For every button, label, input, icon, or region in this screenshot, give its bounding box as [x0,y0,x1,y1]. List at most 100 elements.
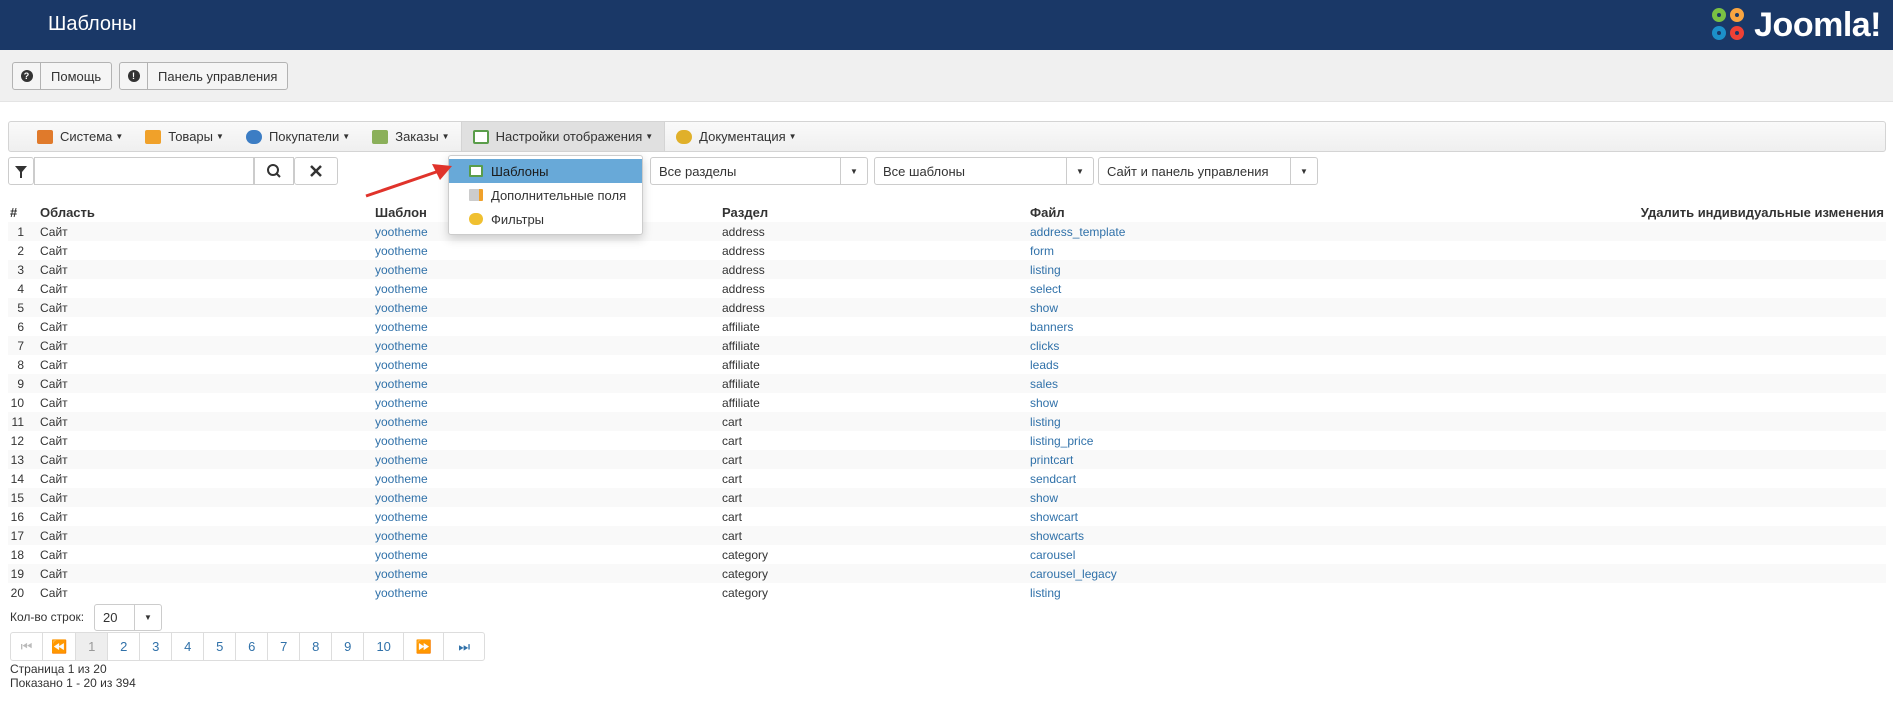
row-template[interactable]: yootheme [373,583,720,602]
row-file[interactable]: showcart [1028,507,1628,526]
row-delete-overrides [1628,298,1886,317]
page-link-8[interactable]: 8 [300,633,333,660]
sections-select-value: Все разделы [659,163,737,179]
row-template[interactable]: yootheme [373,241,720,260]
control-panel-button[interactable]: ! Панель управления [119,62,289,90]
row-area: Сайт [38,336,373,355]
row-file[interactable]: banners [1028,317,1628,336]
row-template[interactable]: yootheme [373,298,720,317]
page-link-10[interactable]: 10 [364,633,405,660]
row-file[interactable]: carousel [1028,545,1628,564]
menu-orders[interactable]: Заказы ▼ [361,122,460,151]
menu-documentation[interactable]: Документация ▼ [665,122,807,151]
col-number: # [10,204,18,220]
row-file[interactable]: listing [1028,260,1628,279]
page-link-7[interactable]: 7 [268,633,301,660]
row-template[interactable]: yootheme [373,279,720,298]
col-section[interactable]: Раздел [720,202,1028,222]
chevron-down-icon: ▼ [134,605,161,630]
row-file[interactable]: carousel_legacy [1028,564,1628,583]
search-input[interactable] [34,157,254,185]
search-button[interactable] [254,157,294,185]
help-button[interactable]: ? Помощь [12,62,113,90]
table-header-row: # Область Шаблон Раздел Файл Удалить инд… [8,202,1886,222]
row-template[interactable]: yootheme [373,507,720,526]
row-template[interactable]: yootheme [373,488,720,507]
filter-toggle-button[interactable] [8,157,34,185]
row-file[interactable]: select [1028,279,1628,298]
row-area: Сайт [38,526,373,545]
page-title: Шаблоны [48,13,137,35]
sections-select[interactable]: Все разделы ▼ [650,157,868,185]
row-template[interactable]: yootheme [373,317,720,336]
row-template[interactable]: yootheme [373,469,720,488]
shown-info: Показано 1 - 20 из 394 [10,676,136,690]
row-template[interactable]: yootheme [373,336,720,355]
page-link-3[interactable]: 3 [140,633,173,660]
clear-button[interactable] [294,157,338,185]
row-template[interactable]: yootheme [373,412,720,431]
row-file[interactable]: printcart [1028,450,1628,469]
row-delete-overrides [1628,412,1886,431]
joomla-logo[interactable]: Joomla! [1710,4,1881,46]
row-template[interactable]: yootheme [373,374,720,393]
row-area: Сайт [40,433,68,448]
table-row: 3 Сайт yootheme address listing [8,260,1886,279]
row-section: category [722,585,769,600]
table-row: 6 Сайт yootheme affiliate banners [8,317,1886,336]
row-delete-overrides [1628,374,1886,393]
prev-page-button[interactable]: ⏪ [43,633,77,660]
menu-display-settings[interactable]: Настройки отображения ▼ [460,122,666,151]
row-file[interactable]: sendcart [1028,469,1628,488]
page-link-2[interactable]: 2 [108,633,141,660]
row-area: Сайт [40,319,68,334]
row-file[interactable]: show [1028,298,1628,317]
row-area: Сайт [40,281,68,296]
rows-per-page-select[interactable]: 20 ▼ [94,604,162,631]
row-file[interactable]: show [1028,488,1628,507]
row-template[interactable]: yootheme [373,526,720,545]
col-file[interactable]: Файл [1028,202,1628,222]
row-file[interactable]: listing [1028,412,1628,431]
dropdown-item-extra-fields[interactable]: Дополнительные поля [449,183,642,207]
page-link-6[interactable]: 6 [236,633,269,660]
row-file[interactable]: listing_price [1028,431,1628,450]
row-file[interactable]: clicks [1028,336,1628,355]
row-file[interactable]: address_template [1028,222,1628,241]
row-file[interactable]: form [1028,241,1628,260]
row-template[interactable]: yootheme [373,564,720,583]
page-link-9[interactable]: 9 [332,633,365,660]
row-template[interactable]: yootheme [373,431,720,450]
row-template[interactable]: yootheme [373,393,720,412]
dropdown-item-templates[interactable]: Шаблоны [449,159,642,183]
row-file[interactable]: showcarts [1028,526,1628,545]
row-number: 9 [8,374,38,393]
row-template[interactable]: yootheme [373,260,720,279]
templates-select[interactable]: Все шаблоны ▼ [874,157,1094,185]
menu-products[interactable]: Товары ▼ [134,122,235,151]
first-page-icon: ⏮ [20,638,33,654]
next-page-button[interactable]: ⏩ [404,633,445,660]
row-area: Сайт [40,471,68,486]
page-link-4[interactable]: 4 [172,633,205,660]
page-link-1[interactable]: 1 [76,633,109,660]
row-template[interactable]: yootheme [373,450,720,469]
scope-select[interactable]: Сайт и панель управления ▼ [1098,157,1318,185]
first-page-button[interactable]: ⏮ [11,633,43,660]
row-file[interactable]: listing [1028,583,1628,602]
menu-system[interactable]: Система ▼ [9,122,134,151]
menu-customers[interactable]: Покупатели ▼ [235,122,361,151]
row-file[interactable]: sales [1028,374,1628,393]
last-page-button[interactable]: ⏭ [444,633,484,660]
row-template[interactable]: yootheme [373,355,720,374]
dropdown-item-filters[interactable]: Фильтры [449,207,642,231]
row-file[interactable]: leads [1028,355,1628,374]
row-section: affiliate [722,357,760,372]
col-area[interactable]: Область [38,202,373,222]
extra-fields-icon [469,189,483,201]
page-link-5[interactable]: 5 [204,633,237,660]
row-file[interactable]: show [1028,393,1628,412]
row-template[interactable]: yootheme [373,545,720,564]
menu-system-label: Система [60,129,113,144]
row-number: 2 [17,243,24,258]
